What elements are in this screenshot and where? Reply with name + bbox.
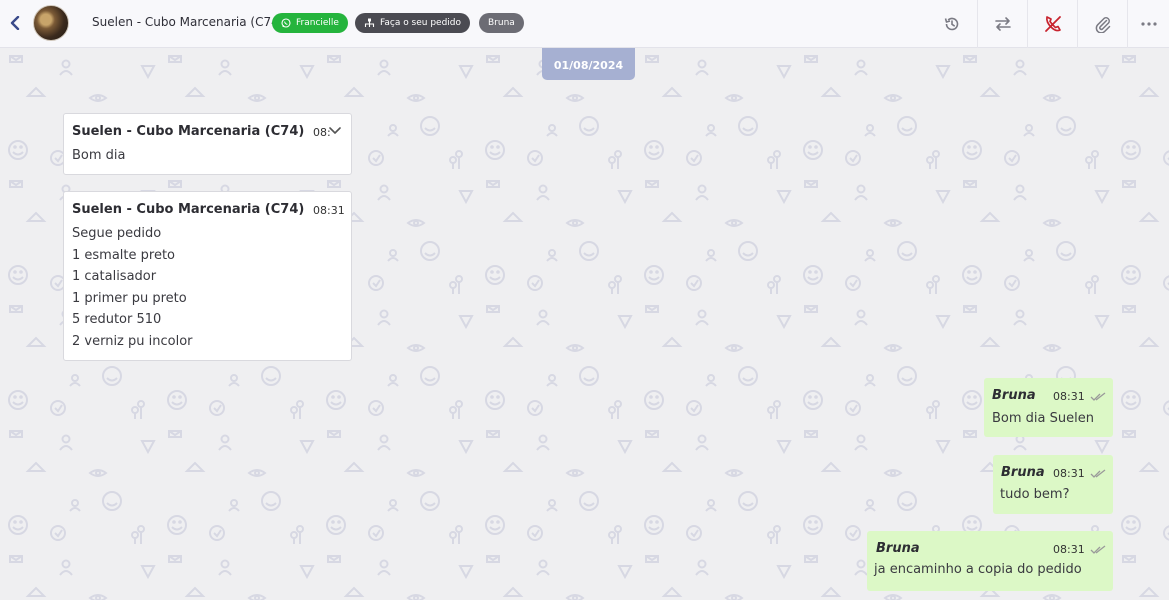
double-check-icon: [1090, 469, 1106, 478]
message-time: 08:31: [313, 204, 345, 217]
more-options-button[interactable]: [1127, 0, 1169, 48]
message-line: 5 redutor 510: [72, 312, 162, 328]
more-icon: [1140, 22, 1157, 26]
contact-name[interactable]: Suelen - Cubo Marcenaria (C74): [92, 15, 283, 29]
incoming-message[interactable]: Suelen - Cubo Marcenaria (C74) 08: Bom d…: [63, 113, 352, 175]
flow-chip[interactable]: Faça o seu pedido: [355, 13, 471, 33]
message-sender: Bruna: [1001, 465, 1045, 480]
message-text: ja encaminho a copia do pedido: [874, 562, 1082, 577]
double-check-icon: [1090, 392, 1106, 401]
message-text: Bom dia Suelen: [992, 411, 1094, 426]
message-line: Segue pedido: [72, 226, 162, 241]
outgoing-message[interactable]: Bruna 08:31 Bom dia Suelen: [984, 378, 1113, 437]
transfer-icon: [994, 17, 1011, 31]
chip-label: Faça o seu pedido: [380, 18, 462, 28]
chat-header: Suelen - Cubo Marcenaria (C74) Franciell…: [0, 0, 1169, 48]
attach-button[interactable]: [1077, 0, 1127, 48]
message-line: 1 catalisador: [72, 269, 157, 285]
back-arrow-icon[interactable]: [8, 13, 22, 33]
message-text: Bom dia: [72, 148, 126, 163]
incoming-message[interactable]: Suelen - Cubo Marcenaria (C74) 08:31 Seg…: [63, 191, 352, 361]
whatsapp-icon: [281, 18, 291, 28]
message-line: 1 primer pu preto: [72, 290, 187, 306]
message-sender: Bruna: [876, 541, 920, 556]
org-chart-icon: [364, 18, 375, 27]
message-line: 1 esmalte preto: [72, 247, 176, 263]
transfer-button[interactable]: [977, 0, 1027, 48]
outgoing-message[interactable]: Bruna 08:31 tudo bem?: [993, 455, 1113, 514]
message-line: 2 verniz pu incolor: [72, 334, 193, 349]
message-time: 08:31: [1053, 390, 1085, 403]
message-sender: Bruna: [992, 388, 1036, 403]
message-time: 08:31: [1053, 543, 1085, 556]
history-button[interactable]: [927, 0, 977, 48]
date-separator: 01/08/2024: [542, 48, 635, 80]
history-icon: [944, 17, 959, 31]
agent-chip-bruna[interactable]: Bruna: [479, 13, 524, 33]
message-time: 08:31: [1053, 467, 1085, 480]
chat-area[interactable]: 01/08/2024 Suelen - Cubo Marcenaria (C74…: [0, 48, 1169, 600]
contact-avatar[interactable]: [33, 5, 69, 41]
attach-icon: [1095, 17, 1110, 33]
message-sender: Suelen - Cubo Marcenaria (C74): [72, 202, 305, 217]
agent-chip-francielle[interactable]: Francielle: [272, 13, 348, 33]
chip-label: Francielle: [296, 18, 339, 28]
end-call-icon: [1044, 16, 1061, 32]
message-text: tudo bem?: [1000, 487, 1070, 502]
outgoing-message[interactable]: Bruna 08:31 ja encaminho a copia do pedi…: [867, 531, 1113, 591]
end-call-button[interactable]: [1027, 0, 1077, 48]
chevron-down-icon[interactable]: [328, 126, 342, 136]
message-sender: Suelen - Cubo Marcenaria (C74): [72, 124, 305, 139]
chip-label: Bruna: [488, 18, 515, 28]
double-check-icon: [1090, 545, 1106, 554]
